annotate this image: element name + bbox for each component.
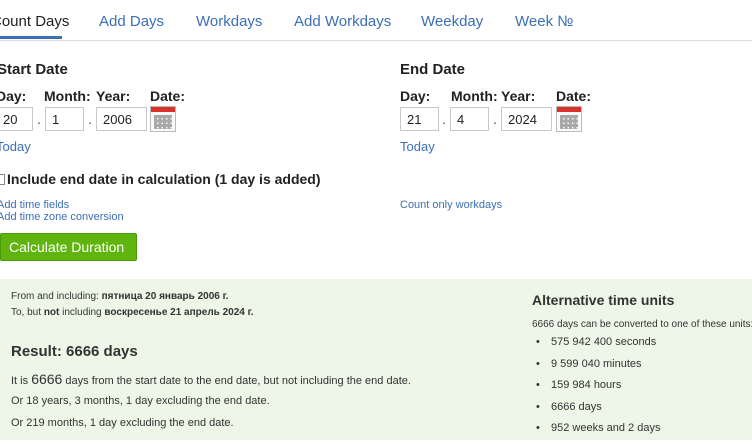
end-today-link[interactable]: Today — [400, 139, 435, 154]
start-year-input[interactable] — [96, 107, 147, 131]
add-time-fields-link[interactable]: Add time fields — [0, 199, 69, 211]
count-workdays-link[interactable]: Count only workdays — [400, 199, 502, 211]
list-item: 9 599 040 minutes — [536, 358, 660, 380]
separator: . — [37, 111, 41, 127]
to-mid: including — [62, 307, 102, 318]
end-year-label: Year: — [501, 88, 536, 104]
to-prefix: To, but — [11, 307, 42, 318]
calendar-icon[interactable] — [150, 106, 176, 132]
calendar-grid — [154, 115, 172, 129]
list-item: 952 weeks and 2 days — [536, 422, 660, 444]
end-month-label: Month: — [451, 88, 498, 104]
start-month-label: Month: — [44, 88, 91, 104]
calendar-header — [151, 107, 175, 112]
calculate-duration-button[interactable]: Calculate Duration — [0, 233, 137, 261]
tab-count-days[interactable]: Count Days — [0, 13, 69, 30]
active-tab-indicator — [0, 36, 62, 39]
from-line: From and including: пятница 20 январь 20… — [11, 291, 229, 302]
end-day-input[interactable] — [400, 107, 439, 131]
alt-units-intro: 6666 days can be converted to one of the… — [532, 319, 752, 330]
start-date-label: Date: — [150, 88, 186, 104]
tab-week-number[interactable]: Week № — [515, 13, 573, 30]
start-day-input[interactable] — [0, 107, 33, 131]
result-line-1: It is 6666 days from the start date to t… — [11, 371, 411, 387]
alt-units-title: Alternative time units — [532, 292, 675, 308]
calendar-header — [557, 107, 581, 112]
to-date: воскресенье 21 апрель 2024 г. — [104, 307, 254, 318]
to-line: To, but not including воскресенье 21 апр… — [11, 307, 254, 318]
from-prefix: From and including: — [11, 291, 99, 302]
start-date-heading: Start Date — [0, 61, 68, 78]
tab-add-workdays[interactable]: Add Workdays — [294, 13, 391, 30]
end-date-heading: End Date — [400, 61, 466, 78]
line1-number: 6666 — [31, 371, 63, 387]
end-day-label: Day: — [400, 88, 431, 104]
result-line-3: Or 219 months, 1 day excluding the end d… — [11, 417, 234, 429]
calendar-grid — [560, 115, 578, 129]
line1-prefix: It is — [11, 375, 29, 387]
include-end-label: Include end date in calculation (1 day i… — [7, 171, 321, 187]
include-end-checkbox[interactable] — [0, 174, 5, 185]
tab-add-days[interactable]: Add Days — [99, 13, 164, 30]
start-year-label: Year: — [96, 88, 131, 104]
line1-suffix: days from the start date to the end date… — [65, 375, 411, 387]
result-title: Result: 6666 days — [11, 343, 138, 360]
list-item: 6666 days — [536, 401, 660, 423]
list-item: 575 942 400 seconds — [536, 336, 660, 358]
separator: . — [442, 111, 446, 127]
tab-bar: Count Days Add Days Workdays Add Workday… — [0, 0, 752, 41]
add-time-zone-link[interactable]: Add time zone conversion — [0, 211, 124, 223]
end-year-input[interactable] — [501, 107, 552, 131]
end-month-input[interactable] — [450, 107, 489, 131]
from-date: пятница 20 январь 2006 г. — [101, 291, 229, 302]
tab-weekday[interactable]: Weekday — [421, 13, 483, 30]
list-item: 159 984 hours — [536, 379, 660, 401]
end-date-label: Date: — [556, 88, 592, 104]
separator: . — [88, 111, 92, 127]
start-month-input[interactable] — [45, 107, 84, 131]
to-not: not — [43, 307, 60, 318]
separator: . — [493, 111, 497, 127]
result-line-2: Or 18 years, 3 months, 1 day excluding t… — [11, 395, 270, 407]
start-today-link[interactable]: Today — [0, 139, 31, 154]
tab-workdays[interactable]: Workdays — [196, 13, 262, 30]
calendar-icon[interactable] — [556, 106, 582, 132]
alt-units-list: 575 942 400 seconds 9 599 040 minutes 15… — [536, 336, 660, 444]
start-day-label: Day: — [0, 88, 27, 104]
